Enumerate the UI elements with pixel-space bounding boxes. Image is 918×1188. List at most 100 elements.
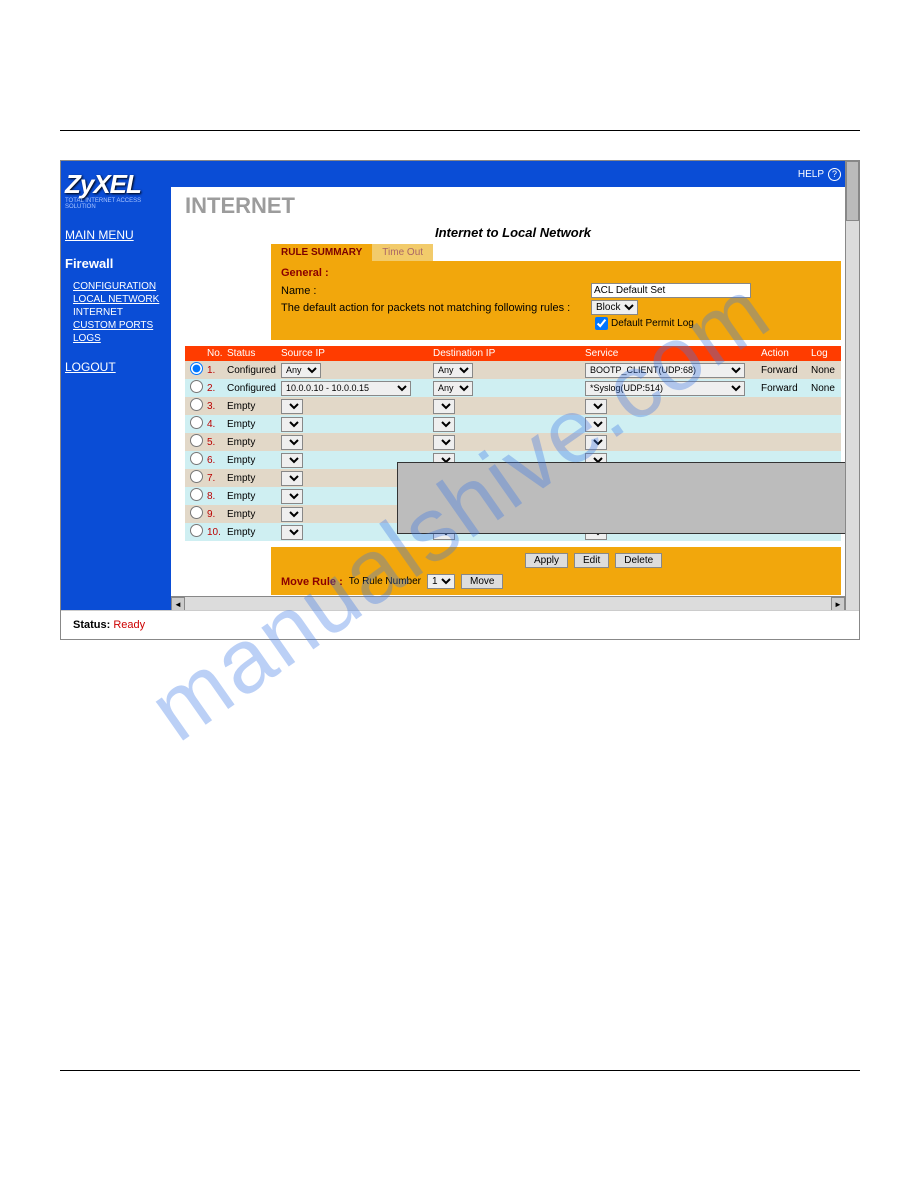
logo-subtitle: TOTAL INTERNET ACCESS SOLUTION xyxy=(65,198,167,210)
page-top-rule xyxy=(60,130,860,131)
col-service: Service xyxy=(585,348,761,359)
row-select-radio[interactable] xyxy=(190,398,203,411)
col-action: Action xyxy=(761,348,811,359)
table-header: No. Status Source IP Destination IP Serv… xyxy=(185,346,841,361)
table-row: 5.Empty xyxy=(185,433,841,451)
row-select-radio[interactable] xyxy=(190,524,203,537)
page-body: INTERNET Internet to Local Network RULE … xyxy=(171,187,859,596)
source-ip-select[interactable]: 10.0.0.10 - 10.0.0.15 xyxy=(281,381,411,396)
nav-local-network[interactable]: LOCAL NETWORK xyxy=(73,294,167,305)
col-no: No. xyxy=(207,348,227,359)
page-title: INTERNET xyxy=(185,193,841,219)
row-log: None xyxy=(811,383,841,394)
row-status: Empty xyxy=(227,491,281,502)
action-bar: Apply Edit Delete xyxy=(271,547,841,574)
row-select-radio[interactable] xyxy=(190,380,203,393)
row-select-radio[interactable] xyxy=(190,506,203,519)
service-select[interactable]: BOOTP_CLIENT(UDP:68) xyxy=(585,363,745,378)
general-panel: General : Name : The default action for … xyxy=(271,261,841,340)
default-permit-log-checkbox[interactable] xyxy=(595,317,608,330)
edit-button[interactable]: Edit xyxy=(574,553,609,568)
annotation-overlay-1 xyxy=(397,462,859,534)
row-log: None xyxy=(811,365,841,376)
name-input[interactable] xyxy=(591,283,751,298)
row-select-radio[interactable] xyxy=(190,362,203,375)
default-action-select[interactable]: Block xyxy=(591,300,638,315)
row-number: 9. xyxy=(207,509,227,520)
destination-ip-select[interactable] xyxy=(433,399,455,414)
table-row: 4.Empty xyxy=(185,415,841,433)
col-source-ip: Source IP xyxy=(281,348,433,359)
source-ip-select[interactable] xyxy=(281,507,303,522)
row-select-radio[interactable] xyxy=(190,452,203,465)
move-rule-bar: Move Rule : To Rule Number 1 Move xyxy=(271,574,841,595)
delete-button[interactable]: Delete xyxy=(615,553,662,568)
destination-ip-select[interactable]: Any xyxy=(433,381,473,396)
row-status: Configured xyxy=(227,383,281,394)
source-ip-select[interactable] xyxy=(281,399,303,414)
row-status: Empty xyxy=(227,527,281,538)
source-ip-select[interactable] xyxy=(281,489,303,504)
help-icon: ? xyxy=(828,168,841,181)
nav-configuration[interactable]: CONFIGURATION xyxy=(73,281,167,292)
row-status: Empty xyxy=(227,419,281,430)
row-select-radio[interactable] xyxy=(190,434,203,447)
default-action-label: The default action for packets not match… xyxy=(281,302,591,314)
help-link[interactable]: HELP ? xyxy=(798,168,841,181)
destination-ip-select[interactable] xyxy=(433,417,455,432)
move-rule-label: Move Rule : xyxy=(281,576,343,588)
tab-time-out[interactable]: Time Out xyxy=(372,244,433,261)
row-number: 1. xyxy=(207,365,227,376)
source-ip-select[interactable] xyxy=(281,471,303,486)
source-ip-select[interactable] xyxy=(281,435,303,450)
row-status: Empty xyxy=(227,473,281,484)
scroll-right-arrow-icon[interactable]: ► xyxy=(831,597,845,610)
row-select-radio[interactable] xyxy=(190,416,203,429)
row-number: 7. xyxy=(207,473,227,484)
service-select[interactable]: *Syslog(UDP:514) xyxy=(585,381,745,396)
col-destination-ip: Destination IP xyxy=(433,348,585,359)
source-ip-select[interactable]: Any xyxy=(281,363,321,378)
col-status: Status xyxy=(227,348,281,359)
source-ip-select[interactable] xyxy=(281,525,303,540)
vertical-scroll-thumb[interactable] xyxy=(846,161,859,221)
row-status: Empty xyxy=(227,509,281,520)
vertical-scrollbar[interactable] xyxy=(845,161,859,610)
logout-link[interactable]: LOGOUT xyxy=(65,360,167,374)
source-ip-select[interactable] xyxy=(281,417,303,432)
move-rule-select[interactable]: 1 xyxy=(427,574,455,589)
nav-custom-ports[interactable]: CUSTOM PORTS xyxy=(73,320,167,331)
row-number: 2. xyxy=(207,383,227,394)
row-select-radio[interactable] xyxy=(190,488,203,501)
nav-internet[interactable]: INTERNET xyxy=(73,307,167,318)
firewall-heading: Firewall xyxy=(65,256,167,271)
service-select[interactable] xyxy=(585,435,607,450)
row-number: 6. xyxy=(207,455,227,466)
destination-ip-select[interactable]: Any xyxy=(433,363,473,378)
status-label: Status: xyxy=(73,619,110,631)
row-action: Forward xyxy=(761,365,811,376)
service-select[interactable] xyxy=(585,399,607,414)
tab-rule-summary[interactable]: RULE SUMMARY xyxy=(271,244,372,261)
row-number: 5. xyxy=(207,437,227,448)
default-permit-log-label: Default Permit Log xyxy=(611,318,694,329)
col-log: Log xyxy=(811,348,841,359)
row-select-radio[interactable] xyxy=(190,470,203,483)
page-subtitle: Internet to Local Network xyxy=(185,225,841,240)
destination-ip-select[interactable] xyxy=(433,435,455,450)
horizontal-scrollbar[interactable]: ◄ ► xyxy=(171,596,845,610)
move-button[interactable]: Move xyxy=(461,574,503,589)
main-menu-link[interactable]: MAIN MENU xyxy=(65,228,167,242)
row-number: 10. xyxy=(207,527,227,538)
row-action: Forward xyxy=(761,383,811,394)
scroll-left-arrow-icon[interactable]: ◄ xyxy=(171,597,185,610)
general-heading: General : xyxy=(281,267,831,279)
row-status: Empty xyxy=(227,455,281,466)
nav-logs[interactable]: LOGS xyxy=(73,333,167,344)
apply-button[interactable]: Apply xyxy=(525,553,568,568)
source-ip-select[interactable] xyxy=(281,453,303,468)
service-select[interactable] xyxy=(585,417,607,432)
name-label: Name : xyxy=(281,285,591,297)
app-window: ZyXEL TOTAL INTERNET ACCESS SOLUTION MAI… xyxy=(60,160,860,640)
table-row: 2.Configured10.0.0.10 - 10.0.0.15 Any *Sys… xyxy=(185,379,841,397)
